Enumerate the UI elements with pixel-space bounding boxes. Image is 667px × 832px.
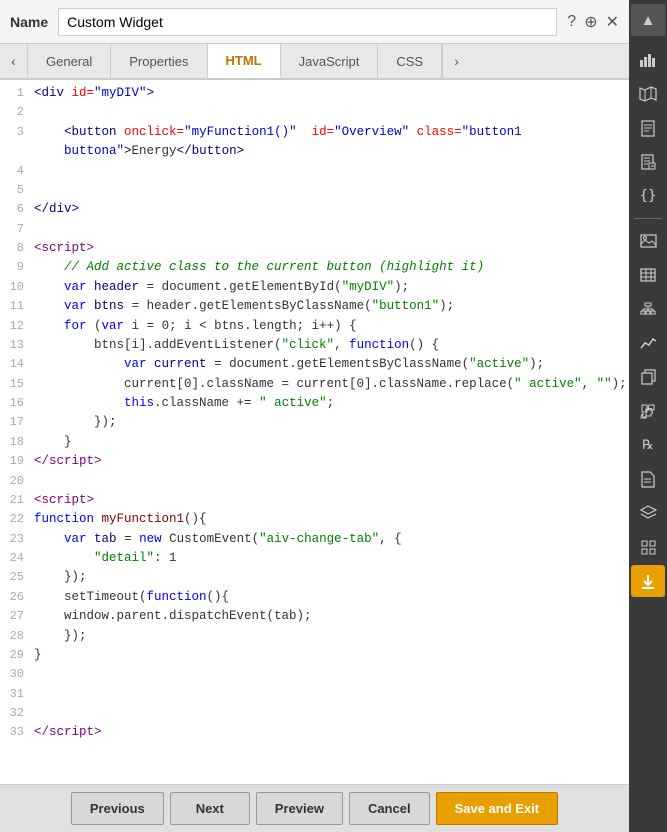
save-exit-button[interactable]: Save and Exit [436, 792, 559, 825]
header-icons: ? ⊕ ✕ [567, 12, 619, 32]
code-line-27: 27 window.parent.dispatchEvent(tab); [0, 607, 629, 626]
code-line-7: 7 [0, 220, 629, 239]
hierarchy-icon[interactable] [631, 293, 665, 325]
code-line-5: 5 [0, 181, 629, 200]
sidebar-divider-1 [634, 218, 662, 219]
map-icon[interactable] [631, 78, 665, 110]
code-line-4: 4 [0, 162, 629, 181]
tab-left-arrow[interactable]: ‹ [0, 44, 28, 78]
code-line-3: 3 <button onclick="myFunction1()" id="Ov… [0, 123, 629, 142]
code-line-9: 9 // Add active class to the current but… [0, 258, 629, 277]
rx-icon[interactable]: ℞ [631, 429, 665, 461]
layers-icon[interactable] [631, 497, 665, 529]
table-icon[interactable] [631, 259, 665, 291]
code-line-17: 17 }); [0, 413, 629, 432]
widget-name-input[interactable] [58, 8, 557, 36]
preview-button[interactable]: Preview [256, 792, 343, 825]
tab-general[interactable]: General [28, 44, 111, 78]
puzzle-icon[interactable] [631, 395, 665, 427]
code-line-33: 33 </script> [0, 723, 629, 742]
code-line-23: 23 var tab = new CustomEvent("aiv-change… [0, 530, 629, 549]
image-icon[interactable] [631, 225, 665, 257]
bar-chart-icon[interactable] [631, 44, 665, 76]
copy-icon[interactable] [631, 361, 665, 393]
code-editor[interactable]: 1 <div id="myDIV"> 2 3 <button onclick="… [0, 80, 629, 784]
move-icon[interactable]: ⊕ [584, 12, 597, 32]
code-line-18: 18 } [0, 433, 629, 452]
name-label: Name [10, 14, 48, 30]
footer-bar: Previous Next Preview Cancel Save and Ex… [0, 784, 629, 832]
tab-bar: ‹ General Properties HTML JavaScript CSS… [0, 44, 629, 80]
code-line-8: 8 <script> [0, 239, 629, 258]
tab-right-arrow[interactable]: › [442, 44, 470, 78]
code-line-1: 1 <div id="myDIV"> [0, 84, 629, 103]
code-line-6: 6 </div> [0, 200, 629, 219]
code-line-21: 21 <script> [0, 491, 629, 510]
code-line-32: 32 [0, 704, 629, 723]
code-line-11: 11 var btns = header.getElementsByClassN… [0, 297, 629, 316]
code-line-3b: buttona">Energy</button> [0, 142, 629, 161]
code-line-25: 25 }); [0, 568, 629, 587]
notes-icon[interactable] [631, 146, 665, 178]
code-line-19: 19 </script> [0, 452, 629, 471]
document-icon[interactable] [631, 112, 665, 144]
cancel-button[interactable]: Cancel [349, 792, 430, 825]
code-line-31: 31 [0, 685, 629, 704]
file-lines-icon[interactable] [631, 463, 665, 495]
code-line-22: 22 function myFunction1(){ [0, 510, 629, 529]
tab-javascript[interactable]: JavaScript [281, 44, 379, 78]
code-line-26: 26 setTimeout(function(){ [0, 588, 629, 607]
line-chart-icon[interactable] [631, 327, 665, 359]
right-sidebar: ▲ {} [629, 0, 667, 832]
code-line-28: 28 }); [0, 627, 629, 646]
code-line-14: 14 var current = document.getElementsByC… [0, 355, 629, 374]
tab-html[interactable]: HTML [208, 44, 281, 78]
help-icon[interactable]: ? [567, 13, 576, 31]
grid-icon[interactable] [631, 531, 665, 563]
code-line-30: 30 [0, 665, 629, 684]
code-line-12: 12 for (var i = 0; i < btns.length; i++)… [0, 317, 629, 336]
code-line-15: 15 current[0].className = current[0].cla… [0, 375, 629, 394]
code-line-29: 29 } [0, 646, 629, 665]
close-icon[interactable]: ✕ [606, 12, 619, 32]
code-line-13: 13 btns[i].addEventListener("click", fun… [0, 336, 629, 355]
download-icon[interactable] [631, 565, 665, 597]
tab-properties[interactable]: Properties [111, 44, 207, 78]
tab-css[interactable]: CSS [378, 44, 442, 78]
next-button[interactable]: Next [170, 792, 250, 825]
code-line-2: 2 [0, 103, 629, 122]
main-content: Name ? ⊕ ✕ ‹ General Properties HTML Jav… [0, 0, 629, 832]
code-braces-icon[interactable]: {} [631, 180, 665, 212]
header-bar: Name ? ⊕ ✕ [0, 0, 629, 44]
previous-button[interactable]: Previous [71, 792, 164, 825]
code-line-20: 20 [0, 472, 629, 491]
top-arrow-icon[interactable]: ▲ [631, 4, 665, 36]
code-line-16: 16 this.className += " active"; [0, 394, 629, 413]
code-line-10: 10 var header = document.getElementById(… [0, 278, 629, 297]
code-line-24: 24 "detail": 1 [0, 549, 629, 568]
